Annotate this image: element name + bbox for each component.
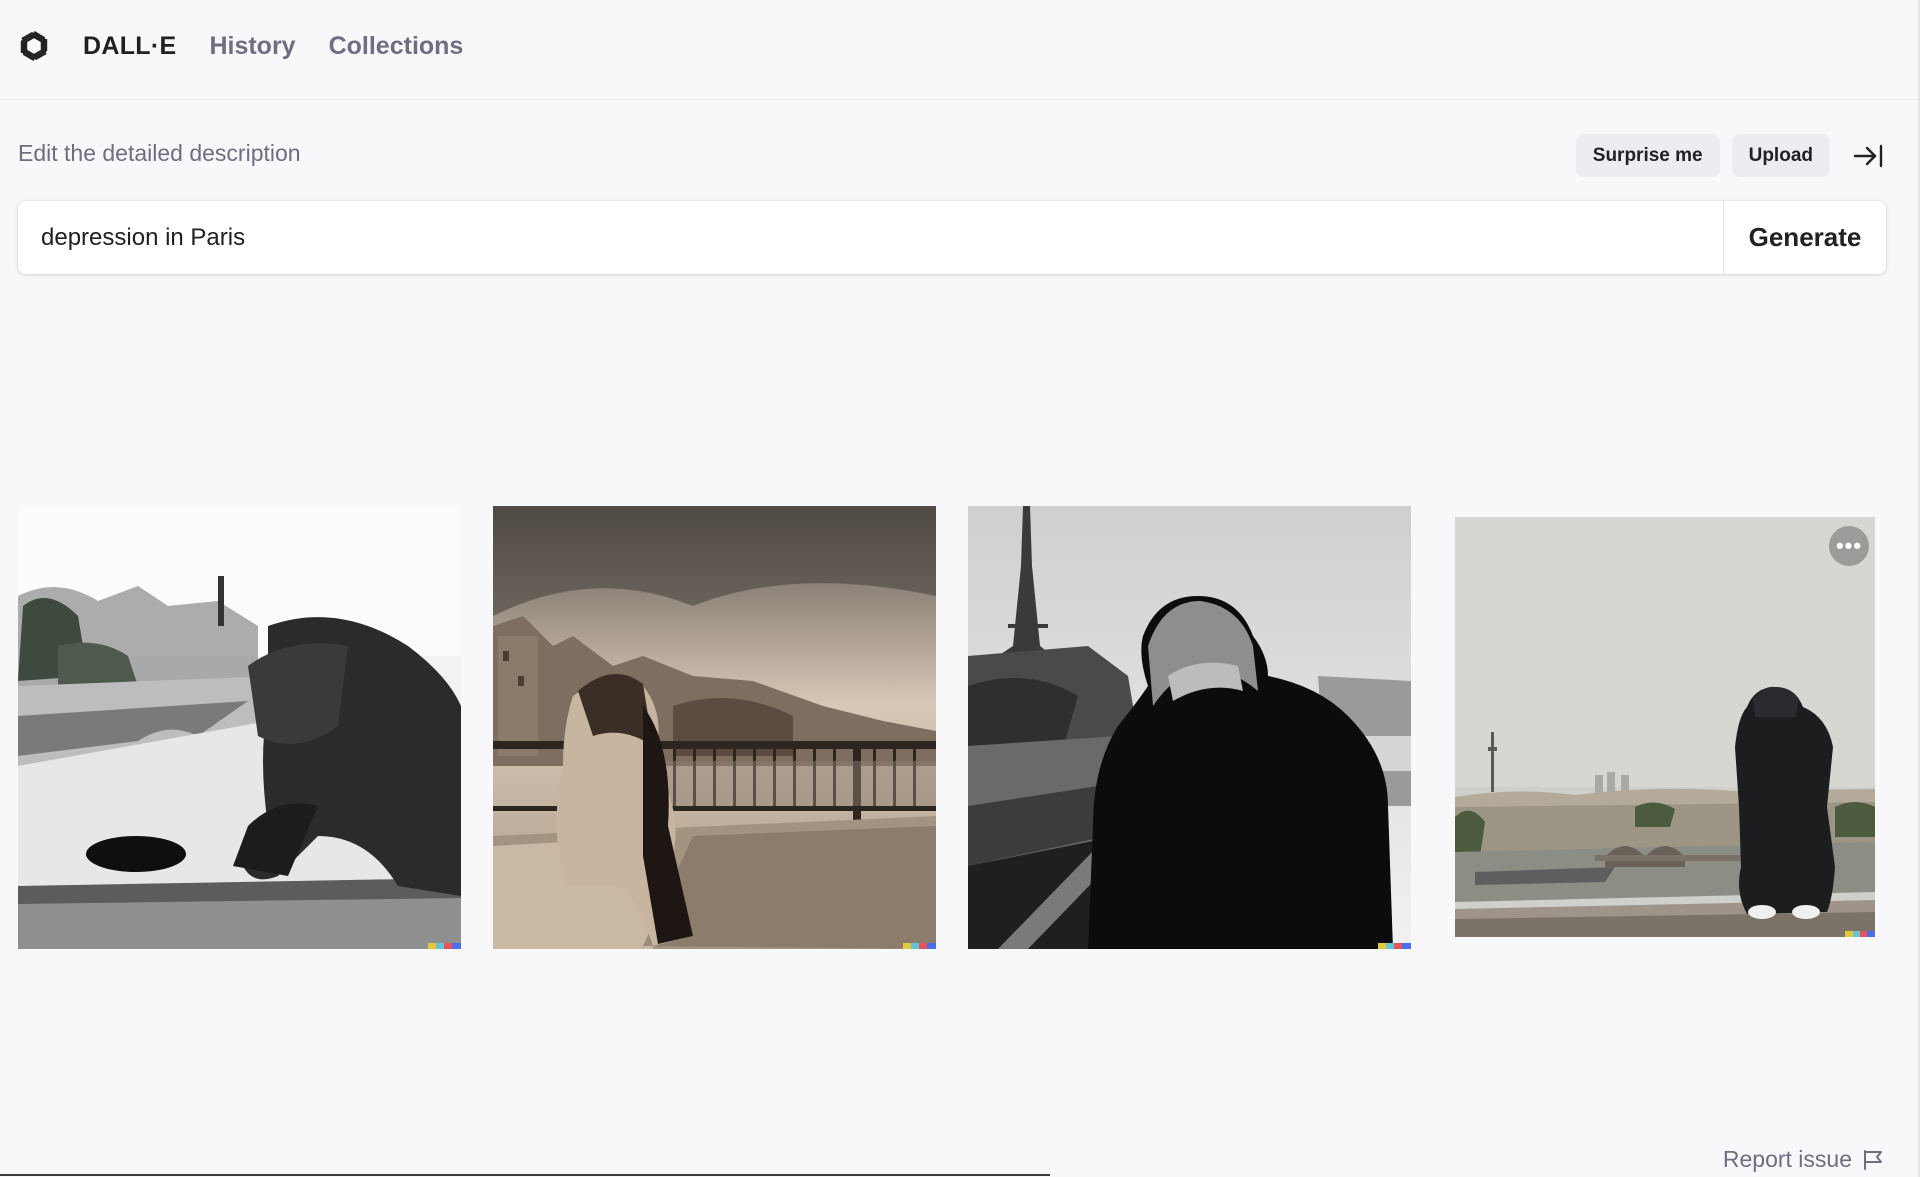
surprise-me-button[interactable]: Surprise me <box>1575 134 1720 177</box>
result-image-4[interactable]: ••• <box>1455 517 1875 937</box>
bottom-scrollbar <box>0 1174 1050 1176</box>
result-image-1[interactable] <box>18 506 461 949</box>
hooded-figure-with-eiffel-tower-bw-image <box>968 506 1411 949</box>
ellipsis-icon[interactable]: ••• <box>1829 526 1869 566</box>
openai-logo-icon[interactable] <box>16 28 52 64</box>
prompt-input[interactable] <box>18 201 1723 274</box>
nav-brand-dalle[interactable]: DALL·E <box>83 29 176 63</box>
nav-collections-link[interactable]: Collections <box>329 29 464 63</box>
result-image-3[interactable] <box>968 506 1411 949</box>
top-bar: DALL·E History Collections <box>0 0 1920 100</box>
hooded-figure-by-seine-bw-image <box>18 506 461 949</box>
prompt-box: Generate <box>18 201 1886 274</box>
hooded-figure-over-paris-skyline-image <box>1455 517 1875 937</box>
main-nav: DALL·E History Collections <box>83 29 463 63</box>
nav-history-link[interactable]: History <box>209 29 295 63</box>
woman-at-bridge-railing-sepia-image <box>493 506 936 949</box>
prompt-actions: Surprise me Upload <box>1575 134 1888 177</box>
flag-icon <box>1864 1149 1882 1170</box>
report-issue-label: Report issue <box>1722 1146 1852 1172</box>
collapse-sidebar-icon[interactable] <box>1848 134 1888 177</box>
generate-button[interactable]: Generate <box>1723 201 1886 274</box>
report-issue-link[interactable]: Report issue <box>1723 1146 1884 1173</box>
prompt-instructions: Edit the detailed description <box>18 140 301 166</box>
result-image-2[interactable] <box>493 506 936 949</box>
upload-button[interactable]: Upload <box>1731 134 1830 177</box>
